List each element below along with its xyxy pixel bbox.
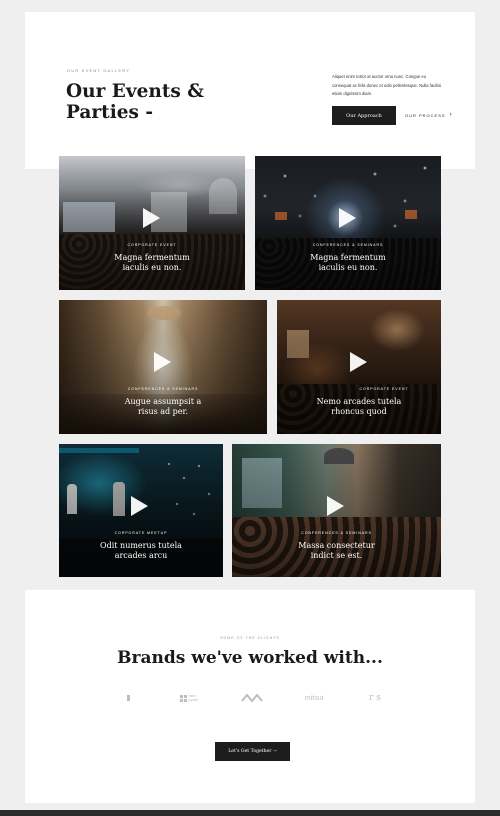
play-icon[interactable]: [339, 208, 356, 228]
play-icon[interactable]: [131, 496, 148, 516]
crescent-logo-icon: [118, 688, 140, 708]
clients-title: Brands we've worked with...: [117, 648, 383, 668]
gallery-kicker: OUR EVENT GALLERY: [67, 68, 131, 73]
play-icon[interactable]: [143, 208, 160, 228]
wave-logo-icon: [240, 688, 266, 708]
event-card[interactable]: CORPORATE EVENT Nemo arcades tutela rhon…: [277, 300, 441, 434]
our-process-link[interactable]: OUR PROCESS ›: [405, 112, 453, 118]
event-title: Augue assumpsit a risus ad per.: [124, 397, 202, 416]
page-title: Our Events & Parties -: [66, 81, 204, 123]
event-category: CORPORATE EVENT: [127, 243, 177, 247]
event-category: CONFERENCES & SEMINARS: [301, 531, 372, 535]
event-card[interactable]: CORPORATE EVENT Magna fermentum iaculis …: [59, 156, 245, 290]
footer-bar: [0, 810, 500, 816]
event-category: CORPORATE EVENT: [359, 387, 409, 391]
event-category: CONFERENCES & SEMINARS: [127, 387, 199, 391]
grid-logo-icon: rare pyser: [176, 688, 206, 708]
play-icon[interactable]: [350, 352, 367, 372]
our-approach-button[interactable]: Our Approach: [332, 106, 396, 125]
hero-description: Aliquet enim tortor at auctor urna nunc.…: [332, 74, 442, 96]
chevron-right-icon: ›: [449, 112, 453, 118]
mitsui-logo-icon: mitsui: [298, 688, 330, 708]
rs-logo-text: r s: [369, 693, 381, 703]
event-title: Odit numerus tutela arcades arcu: [100, 541, 182, 560]
lets-get-together-button[interactable]: Let's Get Together →: [215, 742, 290, 761]
mitsui-logo-text: mitsui: [304, 694, 324, 702]
our-process-label: OUR PROCESS: [405, 112, 446, 118]
rs-logo-icon: r s: [364, 688, 386, 708]
event-card[interactable]: CONFERENCES & SEMINARS Augue assumpsit a…: [59, 300, 267, 434]
clients-kicker: SOME OF THE CLIENTS: [220, 636, 280, 640]
event-card[interactable]: CONFERENCES & SEMINARS Massa consectetur…: [232, 444, 441, 577]
event-category: CONFERENCES & SEMINARS: [312, 243, 384, 247]
grid-logo-text: rare pyser: [188, 693, 199, 702]
event-card[interactable]: CONFERENCES & SEMINARS Magna fermentum i…: [255, 156, 441, 290]
event-category: CORPORATE MEETUP: [114, 531, 168, 535]
play-icon[interactable]: [327, 496, 344, 516]
play-icon[interactable]: [154, 352, 171, 372]
event-title: Nemo arcades tutela rhoncus quod: [316, 397, 402, 416]
event-title: Massa consectetur indict se est.: [298, 541, 375, 560]
event-card[interactable]: CORPORATE MEETUP Odit numerus tutela arc…: [59, 444, 223, 577]
event-title: Magna fermentum iaculis eu non.: [310, 253, 386, 272]
event-title: Magna fermentum iaculis eu non.: [114, 253, 190, 272]
